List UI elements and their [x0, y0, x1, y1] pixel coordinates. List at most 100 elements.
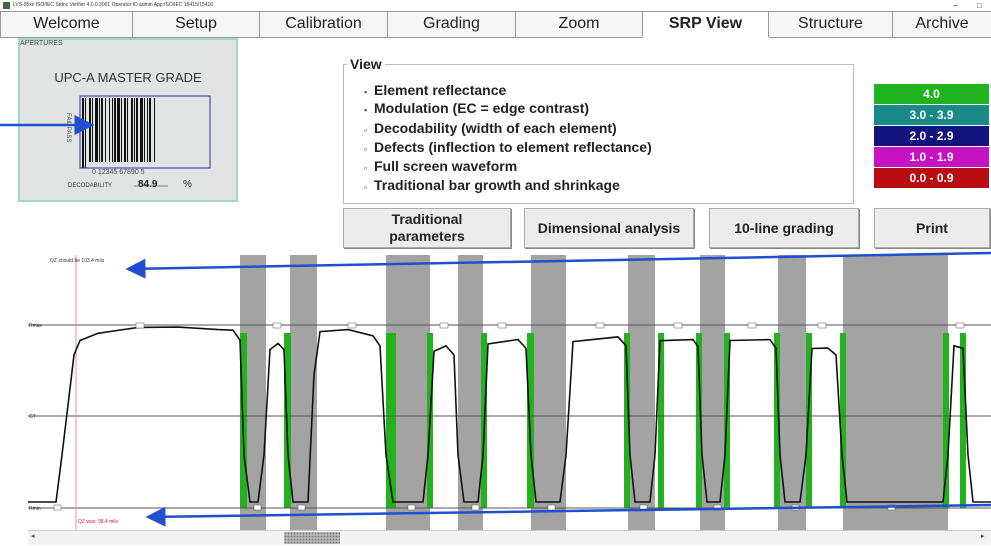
- grade-legend-1: 1.0 - 1.9: [874, 147, 989, 167]
- base-marker: [253, 504, 262, 511]
- traditional-parameters-button[interactable]: Traditional parameters: [343, 208, 511, 248]
- radio-icon[interactable]: ▪: [364, 105, 374, 115]
- barcode-bar: [127, 98, 128, 162]
- tab-calibration[interactable]: Calibration: [259, 11, 388, 37]
- main-tabs: Welcome Setup Calibration Grading Zoom S…: [0, 11, 991, 38]
- scroll-thumb[interactable]: [284, 532, 340, 544]
- base-marker: [791, 504, 800, 511]
- barcode-bar: [114, 98, 116, 162]
- barcode-bars: [82, 98, 155, 168]
- option-bar-growth[interactable]: ▫ Traditional bar growth and shrinkage: [364, 177, 620, 193]
- gt-label: GT: [29, 414, 36, 420]
- barcode-bar: [131, 98, 133, 162]
- peak-marker: [347, 322, 357, 329]
- base-marker: [471, 504, 480, 511]
- grade-bar: [527, 333, 534, 508]
- barcode-bar: [136, 98, 138, 162]
- decodability-value: 84.9: [138, 179, 158, 190]
- barcode-bar: [89, 98, 91, 162]
- dimensional-analysis-button[interactable]: Dimensional analysis: [524, 208, 694, 248]
- barcode-bar: [99, 98, 100, 162]
- barcode-bar: [149, 98, 151, 162]
- base-marker: [713, 504, 722, 511]
- quiet-zone-measured: QZ was: 98.4 mils: [78, 519, 119, 525]
- barcode-bar: [95, 98, 98, 162]
- horizontal-scrollbar[interactable]: ◂ ▸: [28, 530, 991, 545]
- grade-legend-4: 4.0: [874, 84, 989, 104]
- restore-button[interactable]: □: [977, 0, 982, 11]
- srp-waveform: Rmax GT Rmin: [28, 255, 991, 530]
- base-marker: [297, 504, 306, 511]
- radio-icon[interactable]: ▫: [364, 144, 374, 154]
- barcode-bar: [117, 98, 120, 162]
- barcode-bar: [85, 98, 86, 168]
- bar-band: [843, 255, 948, 530]
- barcode-bar: [147, 98, 148, 162]
- option-decodability[interactable]: ▫ Decodability (width of each element): [364, 120, 617, 136]
- tab-grading[interactable]: Grading: [387, 11, 516, 37]
- peak-marker: [439, 322, 449, 329]
- barcode-bar: [134, 98, 135, 162]
- tab-zoom[interactable]: Zoom: [515, 11, 643, 37]
- peak-marker: [595, 322, 605, 329]
- scroll-right-icon[interactable]: ▸: [981, 532, 985, 540]
- grade-legend-3: 3.0 - 3.9: [874, 105, 989, 125]
- option-element-reflectance[interactable]: ▪ Element reflectance: [364, 82, 506, 98]
- radio-icon[interactable]: ▫: [364, 182, 374, 192]
- peak-marker: [955, 322, 965, 329]
- peak-marker: [747, 322, 757, 329]
- base-marker: [53, 504, 62, 511]
- barcode-bar: [140, 98, 143, 162]
- barcode-digits: 0 12345 67890 5: [92, 169, 145, 176]
- barcode-bar: [124, 98, 126, 162]
- base-marker: [407, 504, 416, 511]
- base-marker: [639, 504, 648, 511]
- radio-icon[interactable]: ▪: [364, 87, 374, 97]
- option-defects[interactable]: ▫ Defects (inflection to element reflecta…: [364, 139, 652, 155]
- base-marker: [547, 504, 556, 511]
- barcode-bar: [121, 98, 122, 162]
- radio-icon[interactable]: ▫: [364, 163, 374, 173]
- radio-icon[interactable]: ▫: [364, 125, 374, 135]
- srp-waveform-panel: Rmax GT Rmin QZ should be 103.4 mils QZ …: [28, 255, 991, 530]
- tab-structure[interactable]: Structure: [768, 11, 893, 37]
- grade-bar: [943, 333, 949, 508]
- base-marker: [887, 504, 896, 511]
- rmax-label: Rmax: [29, 323, 43, 329]
- peak-marker: [817, 322, 827, 329]
- barcode-bar: [92, 98, 93, 162]
- barcode-bar: [105, 98, 106, 162]
- option-modulation[interactable]: ▪ Modulation (EC = edge contrast): [364, 100, 589, 116]
- fail-pass-label: FAIL PASS: [65, 113, 71, 142]
- barcode-bar: [101, 98, 103, 162]
- tab-srp-view[interactable]: SRP View: [642, 11, 769, 38]
- scroll-left-icon[interactable]: ◂: [31, 532, 35, 540]
- barcode-bar: [109, 98, 110, 162]
- peak-marker: [497, 322, 507, 329]
- barcode-bar: [82, 98, 84, 168]
- ten-line-grading-button[interactable]: 10-line grading: [709, 208, 859, 248]
- rmin-label: Rmin: [29, 506, 41, 512]
- print-button[interactable]: Print: [874, 208, 990, 248]
- tab-welcome[interactable]: Welcome: [0, 11, 133, 37]
- quiet-zone-required: QZ should be 103.4 mils: [50, 258, 105, 264]
- barcode-bar: [144, 98, 145, 162]
- grade-legend-0: 0.0 - 0.9: [874, 168, 989, 188]
- view-legend: View: [347, 56, 385, 72]
- peak-marker: [673, 322, 683, 329]
- tab-archive[interactable]: Archive: [892, 11, 991, 37]
- tab-setup[interactable]: Setup: [132, 11, 260, 37]
- bar-band: [531, 255, 566, 530]
- peak-marker: [272, 322, 282, 329]
- app-icon: [3, 2, 10, 9]
- minimize-button[interactable]: –: [953, 0, 957, 11]
- decodability-label: DECODABILITY: [68, 183, 113, 189]
- peak-marker: [135, 322, 145, 329]
- barcode-bar: [112, 98, 113, 162]
- barcode-image: FAIL PASS 0 12345 67890 5: [65, 95, 211, 187]
- option-full-screen-waveform[interactable]: ▫ Full screen waveform: [364, 158, 517, 174]
- barcode-bar: [154, 98, 155, 162]
- grade-bar: [386, 333, 396, 508]
- grade-legend-2: 2.0 - 2.9: [874, 126, 989, 146]
- barcode-thumbnail: APERTURES UPC-A MASTER GRADE FAIL PASS 0…: [18, 38, 238, 202]
